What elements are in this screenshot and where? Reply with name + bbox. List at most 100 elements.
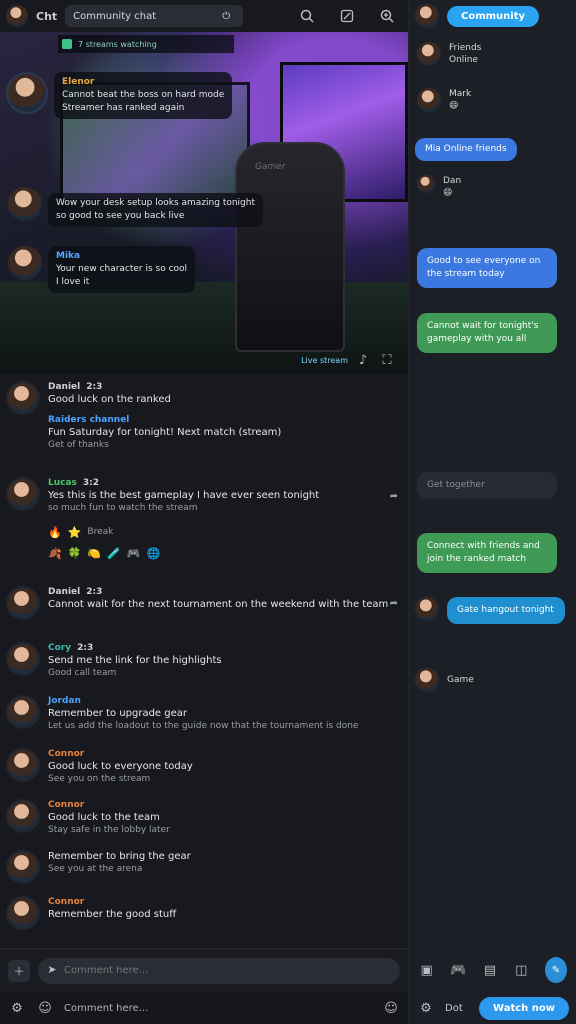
contact-sub: Online bbox=[449, 55, 479, 65]
community-tab[interactable]: Community bbox=[447, 5, 540, 27]
avatar[interactable] bbox=[6, 748, 40, 782]
message-sub: Get of thanks bbox=[48, 440, 109, 450]
online-pill-row[interactable]: Mia Online friends bbox=[409, 132, 576, 167]
username: Connor bbox=[48, 749, 85, 759]
avatar[interactable] bbox=[8, 187, 42, 221]
avatar[interactable] bbox=[6, 381, 40, 415]
message-row: Gate hangout tonight bbox=[415, 597, 565, 624]
message-bubble[interactable]: Cannot wait for tonight's gameplay with … bbox=[417, 313, 557, 353]
list-item[interactable]: Connor Good luck to the team Stay safe i… bbox=[0, 799, 408, 836]
message-text: Good luck to the team bbox=[48, 812, 160, 823]
search-bar[interactable]: Community chat ⏻ bbox=[65, 5, 244, 27]
avatar[interactable] bbox=[6, 72, 48, 114]
add-button[interactable]: ＋ bbox=[8, 959, 30, 982]
avatar[interactable] bbox=[6, 896, 40, 930]
emoji-icon[interactable]: 🧪 bbox=[107, 547, 121, 560]
channel-name: Raiders channel bbox=[48, 415, 130, 425]
bottom-hint[interactable]: Comment here... bbox=[64, 1003, 148, 1014]
avatar[interactable] bbox=[415, 4, 439, 28]
image-icon[interactable]: ▣ bbox=[419, 961, 434, 979]
emoji-icon[interactable]: 🍂 bbox=[48, 547, 62, 560]
emoji-icon[interactable]: 🎮 bbox=[127, 547, 141, 560]
search-icon[interactable] bbox=[298, 7, 316, 25]
edit-icon[interactable] bbox=[338, 7, 356, 25]
gift-icon[interactable]: ▤ bbox=[482, 961, 497, 979]
contact-item[interactable]: Dan 😄 bbox=[409, 169, 576, 205]
settings-icon[interactable]: ⚙ bbox=[417, 999, 435, 1017]
gamepad-icon[interactable]: 🎮 bbox=[450, 961, 466, 979]
username: Cory bbox=[48, 643, 72, 653]
avatar[interactable] bbox=[417, 88, 441, 112]
emoji-icon[interactable]: 🍀 bbox=[68, 547, 82, 560]
avatar[interactable] bbox=[415, 668, 439, 692]
message-text: Fun Saturday for tonight! Next match (st… bbox=[48, 427, 282, 438]
message-sub: Stay safe in the lobby later bbox=[48, 825, 170, 835]
username: Lucas bbox=[48, 478, 77, 488]
contact-name: Dan bbox=[443, 176, 462, 186]
message-bubble[interactable]: Connect with friends and join the ranked… bbox=[417, 533, 557, 573]
overlay-username: Mika bbox=[56, 251, 81, 261]
message-time: 2:3 bbox=[86, 587, 103, 597]
avatar[interactable] bbox=[417, 175, 435, 193]
avatar[interactable] bbox=[6, 799, 40, 833]
profile-avatar[interactable] bbox=[6, 5, 28, 27]
emoji-picker-icon[interactable]: ☺ bbox=[382, 999, 400, 1017]
emoji-icon[interactable]: ☺ bbox=[36, 999, 54, 1017]
avatar[interactable] bbox=[6, 477, 40, 511]
overlay-sub: so good to see you back live bbox=[56, 211, 185, 221]
contact-item[interactable]: Mark 😄 bbox=[409, 82, 576, 118]
live-stream-view[interactable]: Gamer 7 streams watching Elenor Cannot b… bbox=[0, 32, 408, 373]
fullscreen-icon[interactable]: ⛶ bbox=[378, 351, 396, 369]
chair-logo: Gamer bbox=[255, 162, 286, 172]
list-item[interactable]: Daniel 2:3 Cannot wait for the next tourn… bbox=[0, 586, 408, 620]
contact-item[interactable]: Friends Online bbox=[409, 36, 576, 72]
avatar[interactable] bbox=[6, 695, 40, 729]
message-bubble[interactable]: Get together bbox=[417, 472, 557, 499]
send-icon[interactable]: ➤ bbox=[44, 962, 60, 978]
bottom-label[interactable]: Dot bbox=[445, 1003, 463, 1014]
right-panel: Community Friends Online Mark 😄 Mia Onli… bbox=[408, 0, 576, 1024]
pill-label: Mia bbox=[425, 144, 441, 154]
gaming-chair bbox=[235, 142, 345, 352]
list-item[interactable]: Cory 2:3 Send me the link for the highlig… bbox=[0, 642, 408, 679]
settings-icon[interactable]: ⚙ bbox=[8, 999, 26, 1017]
avatar[interactable] bbox=[6, 642, 40, 676]
overlay-sub: Streamer has ranked again bbox=[62, 103, 185, 113]
contact-name: Friends bbox=[449, 43, 482, 53]
share-icon[interactable]: ➦ bbox=[390, 491, 398, 502]
emoji-icon[interactable]: 🍋 bbox=[87, 547, 101, 560]
online-pill[interactable]: Mia Online friends bbox=[415, 138, 517, 161]
emoji-icon[interactable]: 🌐 bbox=[147, 547, 161, 560]
zoom-icon[interactable] bbox=[378, 7, 396, 25]
overlay-text: Cannot beat the boss on hard mode bbox=[62, 90, 225, 100]
list-item[interactable]: Lucas 3:2 Yes this is the best gameplay I… bbox=[0, 477, 408, 560]
reaction-icon[interactable]: 🔥 bbox=[48, 526, 62, 539]
avatar[interactable] bbox=[415, 597, 439, 621]
message-time: 2:3 bbox=[86, 382, 103, 392]
message-bubble[interactable]: Gate hangout tonight bbox=[447, 597, 565, 624]
list-item[interactable]: Connor Remember the good stuff bbox=[0, 896, 408, 930]
reaction-icon[interactable]: ⭐ bbox=[68, 526, 82, 539]
message-text: Remember to bring the gear bbox=[48, 851, 191, 862]
list-item[interactable]: Remember to bring the gear See you at th… bbox=[0, 850, 408, 884]
stream-footer-text: Live stream bbox=[301, 355, 348, 365]
sticker-icon[interactable]: ◫ bbox=[514, 961, 529, 979]
message-text: Remember to upgrade gear bbox=[48, 708, 187, 719]
list-item[interactable]: Daniel 2:3 Good luck on the ranked Raider… bbox=[0, 381, 408, 451]
list-item[interactable]: Connor Good luck to everyone today See y… bbox=[0, 748, 408, 785]
avatar[interactable] bbox=[6, 850, 40, 884]
list-item[interactable]: Jordan Remember to upgrade gear Let us a… bbox=[0, 695, 408, 732]
avatar[interactable] bbox=[6, 586, 40, 620]
watch-now-button[interactable]: Watch now bbox=[479, 996, 569, 1020]
power-icon[interactable]: ⏻ bbox=[217, 7, 235, 25]
avatar[interactable] bbox=[8, 246, 42, 280]
compose-button[interactable]: ✎ bbox=[544, 957, 567, 983]
message-sub: Let us add the loadout to the guide now … bbox=[48, 721, 359, 731]
username: Connor bbox=[48, 800, 85, 810]
avatar[interactable] bbox=[417, 42, 441, 66]
music-icon[interactable]: ♪ bbox=[354, 351, 372, 369]
share-icon[interactable]: ➦ bbox=[390, 598, 398, 609]
chat-feed[interactable]: Daniel 2:3 Good luck on the ranked Raider… bbox=[0, 373, 408, 948]
message-bubble[interactable]: Good to see everyone on the stream today bbox=[417, 248, 557, 288]
message-input[interactable] bbox=[38, 957, 400, 984]
